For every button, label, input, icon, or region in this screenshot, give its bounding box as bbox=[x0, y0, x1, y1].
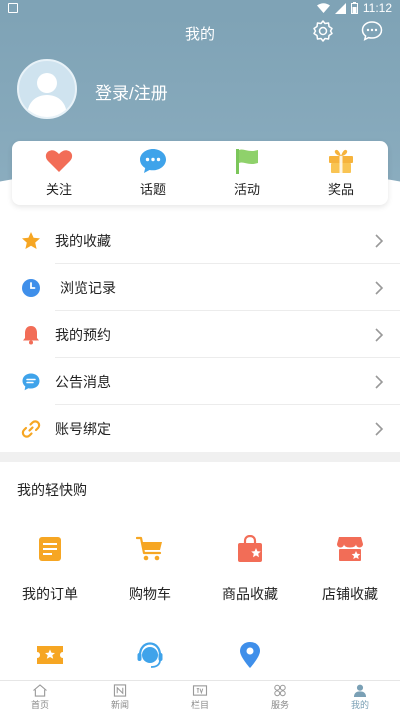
chevron-right-icon bbox=[375, 328, 384, 342]
flag-icon bbox=[233, 148, 261, 174]
menu-item-reservations[interactable]: 我的预约 bbox=[0, 311, 400, 358]
home-icon bbox=[33, 684, 47, 697]
bottom-nav: 首页 新闻 栏目 服务 我的 bbox=[0, 680, 400, 711]
customer-service-icon bbox=[135, 640, 165, 670]
order-icon bbox=[35, 534, 65, 564]
quick-action-label: 关注 bbox=[45, 182, 72, 197]
shop-item-label: 购物车 bbox=[129, 586, 171, 602]
shop-item-coupons[interactable] bbox=[0, 640, 100, 670]
chat-dots-icon bbox=[361, 21, 383, 41]
menu-item-history[interactable]: 浏览记录 bbox=[0, 264, 400, 311]
menu-item-account-binding[interactable]: 账号绑定 bbox=[0, 405, 400, 452]
chevron-right-icon bbox=[375, 375, 384, 389]
quick-action-label: 话题 bbox=[139, 182, 166, 197]
messages-button[interactable] bbox=[360, 19, 384, 43]
star-icon bbox=[22, 232, 40, 249]
menu-item-announcements[interactable]: 公告消息 bbox=[0, 358, 400, 405]
shop-item-label: 店铺收藏 bbox=[322, 586, 378, 602]
chevron-right-icon bbox=[375, 234, 384, 248]
status-bar: 11:12 bbox=[0, 0, 400, 17]
menu-item-label: 我的预约 bbox=[55, 327, 111, 343]
menu-item-favorites[interactable]: 我的收藏 bbox=[0, 217, 400, 264]
nav-home[interactable]: 首页 bbox=[0, 681, 80, 711]
menu-item-label: 账号绑定 bbox=[55, 421, 111, 437]
login-register-link[interactable]: 登录/注册 bbox=[95, 79, 168, 104]
shop-item-store-favorites[interactable]: 店铺收藏 bbox=[300, 534, 400, 604]
quick-action-topics[interactable]: 话题 bbox=[106, 141, 200, 205]
nav-label: 我的 bbox=[350, 700, 369, 710]
quick-action-prizes[interactable]: 奖品 bbox=[294, 141, 388, 205]
nav-services[interactable]: 服务 bbox=[240, 681, 320, 711]
grid-icon bbox=[274, 684, 286, 697]
heart-icon bbox=[45, 148, 73, 174]
cart-icon bbox=[135, 534, 165, 564]
page-title: 我的 bbox=[184, 26, 215, 43]
shop-row: 我的订单 购物车 商品收藏 店铺收藏 bbox=[0, 534, 400, 604]
default-avatar-icon bbox=[27, 73, 67, 117]
quick-actions-card: 关注 话题 活动 奖品 bbox=[12, 141, 388, 205]
nav-label: 新闻 bbox=[110, 700, 129, 710]
chevron-right-icon bbox=[375, 281, 384, 295]
quick-action-follow[interactable]: 关注 bbox=[12, 141, 106, 205]
section-separator bbox=[0, 452, 400, 462]
battery-icon bbox=[350, 2, 358, 14]
menu-item-label: 我的收藏 bbox=[55, 233, 111, 249]
nav-columns[interactable]: 栏目 bbox=[160, 681, 240, 711]
shop-item-orders[interactable]: 我的订单 bbox=[0, 534, 100, 604]
message-icon bbox=[22, 373, 40, 391]
nav-label: 栏目 bbox=[190, 700, 209, 710]
tv-icon bbox=[192, 685, 208, 696]
shopping-bag-icon bbox=[235, 534, 265, 564]
nav-news[interactable]: 新闻 bbox=[80, 681, 160, 711]
chevron-right-icon bbox=[375, 422, 384, 436]
shop-row bbox=[0, 640, 400, 670]
settings-button[interactable] bbox=[311, 19, 335, 43]
status-icons: 11:12 bbox=[316, 1, 392, 15]
shop-item-address[interactable] bbox=[200, 640, 300, 670]
nav-mine[interactable]: 我的 bbox=[320, 681, 400, 711]
shop-item-label: 商品收藏 bbox=[222, 586, 278, 602]
user-icon bbox=[353, 684, 367, 697]
quick-action-events[interactable]: 活动 bbox=[200, 141, 294, 205]
shop-item-label: 我的订单 bbox=[22, 586, 78, 602]
shop-item-customer-service[interactable] bbox=[100, 640, 200, 670]
wifi-icon bbox=[316, 2, 330, 13]
section-title: 我的轻快购 bbox=[17, 482, 87, 498]
avatar[interactable] bbox=[17, 59, 77, 119]
clock-icon bbox=[22, 279, 40, 297]
link-icon bbox=[21, 420, 41, 438]
menu-list: 我的收藏 浏览记录 我的预约 公告消息 账号绑定 bbox=[0, 217, 400, 452]
chat-bubble-icon bbox=[139, 148, 167, 174]
nav-label: 服务 bbox=[270, 700, 289, 710]
nav-label: 首页 bbox=[30, 700, 49, 710]
shop-item-product-favorites[interactable]: 商品收藏 bbox=[200, 534, 300, 604]
store-icon bbox=[335, 534, 365, 564]
bell-icon bbox=[23, 326, 39, 345]
news-icon bbox=[113, 684, 127, 697]
signal-icon bbox=[334, 2, 346, 14]
gear-icon bbox=[313, 20, 333, 42]
gift-icon bbox=[327, 148, 355, 174]
clock-time: 11:12 bbox=[362, 1, 392, 15]
notification-icon bbox=[8, 3, 18, 13]
shop-item-cart[interactable]: 购物车 bbox=[100, 534, 200, 604]
menu-item-label: 公告消息 bbox=[55, 374, 111, 390]
menu-item-label: 浏览记录 bbox=[60, 280, 116, 296]
coupon-icon bbox=[35, 640, 65, 670]
shop-grid: 我的订单 购物车 商品收藏 店铺收藏 bbox=[0, 534, 400, 670]
location-pin-icon bbox=[235, 640, 265, 670]
quick-action-label: 活动 bbox=[233, 182, 260, 197]
quick-action-label: 奖品 bbox=[327, 182, 354, 197]
